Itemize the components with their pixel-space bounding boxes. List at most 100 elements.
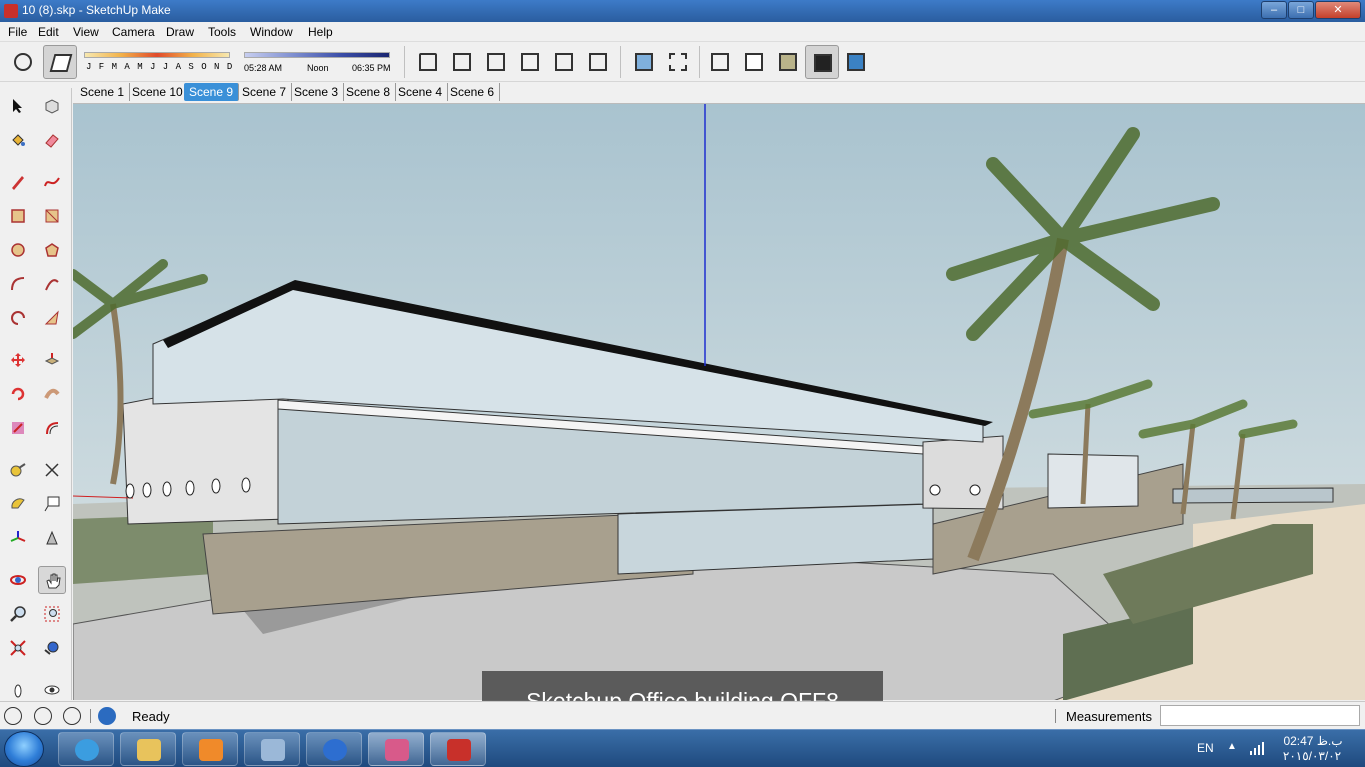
tab-scene-3[interactable]: Scene 3 xyxy=(289,83,345,101)
menu-view[interactable]: View xyxy=(73,25,99,39)
tab-scene-7[interactable]: Scene 7 xyxy=(237,83,293,101)
window-title: 10 (8).skp - SketchUp Make xyxy=(22,3,171,17)
model-viewport[interactable] xyxy=(73,103,1365,700)
pencil-tool[interactable] xyxy=(4,168,32,196)
text-tool[interactable] xyxy=(38,490,66,518)
monochrome-button[interactable] xyxy=(839,45,873,79)
rectangle-tool[interactable] xyxy=(4,202,32,230)
tab-scene-1[interactable]: Scene 1 xyxy=(75,83,131,101)
geo-location-icon[interactable] xyxy=(4,707,22,725)
front-view-button[interactable] xyxy=(479,45,513,79)
three-point-arc-tool[interactable] xyxy=(38,304,66,332)
tape-measure-icon xyxy=(10,463,26,477)
right-view-button[interactable] xyxy=(513,45,547,79)
close-button[interactable]: ✕ xyxy=(1315,1,1361,19)
rotated-rectangle-tool[interactable] xyxy=(38,202,66,230)
arc-tool[interactable] xyxy=(4,270,32,298)
protractor-tool[interactable] xyxy=(4,490,32,518)
tape-measure-tool[interactable] xyxy=(4,456,32,484)
menu-window[interactable]: Window xyxy=(250,25,293,39)
grass-area xyxy=(73,514,213,584)
scale-tool[interactable] xyxy=(4,414,32,442)
shaded-textures-button[interactable] xyxy=(805,45,839,79)
two-point-arc-tool[interactable] xyxy=(38,270,66,298)
look-around-tool[interactable] xyxy=(38,676,66,704)
shadow-toggle-button[interactable] xyxy=(43,45,77,79)
shaded-button[interactable] xyxy=(771,45,805,79)
tab-scene-10[interactable]: Scene 10 xyxy=(127,83,189,101)
menu-tools[interactable]: Tools xyxy=(208,25,236,39)
orbit-tool[interactable] xyxy=(4,566,32,594)
minimize-button[interactable]: – xyxy=(1261,1,1287,19)
zoom-tool[interactable] xyxy=(4,600,32,628)
taskbar-media-player[interactable] xyxy=(182,732,238,766)
taskbar-file-explorer[interactable] xyxy=(120,732,176,766)
menu-camera[interactable]: Camera xyxy=(112,25,155,39)
hidden-line-icon xyxy=(745,53,763,71)
pie-tool[interactable] xyxy=(4,304,32,332)
3d-text-tool[interactable] xyxy=(38,524,66,552)
top-view-button[interactable] xyxy=(445,45,479,79)
select-tool[interactable] xyxy=(4,92,32,120)
walk-tool[interactable] xyxy=(4,676,32,704)
menu-help[interactable]: Help xyxy=(308,25,333,39)
dimension-tool[interactable] xyxy=(38,456,66,484)
tab-scene-8[interactable]: Scene 8 xyxy=(341,83,397,101)
credits-icon[interactable] xyxy=(34,707,52,725)
back-view-button[interactable] xyxy=(547,45,581,79)
start-button[interactable] xyxy=(4,731,44,767)
date-slider[interactable] xyxy=(84,52,230,58)
back-edges-button[interactable] xyxy=(661,45,695,79)
rotate-tool[interactable] xyxy=(4,380,32,408)
wireframe-button[interactable] xyxy=(703,45,737,79)
help-icon[interactable] xyxy=(98,707,116,725)
clock-date[interactable]: ٢٠١٥/٠٣/٠٢ xyxy=(1278,749,1346,763)
status-separator xyxy=(1055,709,1056,723)
taskbar-internet-explorer[interactable] xyxy=(58,732,114,766)
menu-file[interactable]: File xyxy=(8,25,27,39)
measurements-input[interactable] xyxy=(1160,705,1360,726)
language-indicator[interactable]: EN xyxy=(1197,741,1214,755)
tab-scene-6[interactable]: Scene 6 xyxy=(445,83,501,101)
user-icon[interactable] xyxy=(63,707,81,725)
protractor-icon xyxy=(11,498,25,509)
menu-edit[interactable]: Edit xyxy=(38,25,59,39)
time-slider[interactable] xyxy=(244,52,390,58)
taskbar-google-earth[interactable] xyxy=(306,732,362,766)
polygon-tool[interactable] xyxy=(38,236,66,264)
tab-scene-9[interactable]: Scene 9 xyxy=(184,83,240,101)
previous-view-tool[interactable] xyxy=(38,634,66,662)
push-pull-tool[interactable] xyxy=(38,346,66,374)
internet-explorer-icon xyxy=(75,739,99,761)
menu-draw[interactable]: Draw xyxy=(166,25,194,39)
freehand-tool[interactable] xyxy=(38,168,66,196)
zoom-window-tool[interactable] xyxy=(38,600,66,628)
offset-tool[interactable] xyxy=(38,414,66,442)
network-signal-icon[interactable] xyxy=(1249,740,1265,756)
taskbar-sketchup[interactable] xyxy=(430,732,486,766)
make-component-tool[interactable] xyxy=(38,92,66,120)
axes-tool[interactable] xyxy=(4,524,32,552)
zoom-extents-tool[interactable] xyxy=(4,634,32,662)
3d-text-icon xyxy=(46,530,58,545)
paint-bucket-tool[interactable] xyxy=(4,126,32,154)
sketchup-app-icon xyxy=(4,4,18,18)
taskbar-paint[interactable] xyxy=(368,732,424,766)
tray-expand-icon[interactable]: ▲ xyxy=(1227,741,1237,752)
xray-button[interactable] xyxy=(627,45,661,79)
follow-me-tool[interactable] xyxy=(38,380,66,408)
eraser-tool[interactable] xyxy=(38,126,66,154)
measurements-label: Measurements xyxy=(1066,709,1152,724)
clock-time[interactable]: 02:47 ب.ظ xyxy=(1282,734,1344,748)
iso-view-button[interactable] xyxy=(411,45,445,79)
pan-tool[interactable] xyxy=(38,566,66,594)
left-view-button[interactable] xyxy=(581,45,615,79)
hidden-line-button[interactable] xyxy=(737,45,771,79)
maximize-button[interactable]: □ xyxy=(1288,1,1314,19)
back-edges-icon xyxy=(669,53,687,71)
move-tool[interactable] xyxy=(4,346,32,374)
model-info-button[interactable] xyxy=(6,45,40,79)
circle-tool[interactable] xyxy=(4,236,32,264)
tab-scene-4[interactable]: Scene 4 xyxy=(393,83,449,101)
taskbar-remote-desktop[interactable] xyxy=(244,732,300,766)
